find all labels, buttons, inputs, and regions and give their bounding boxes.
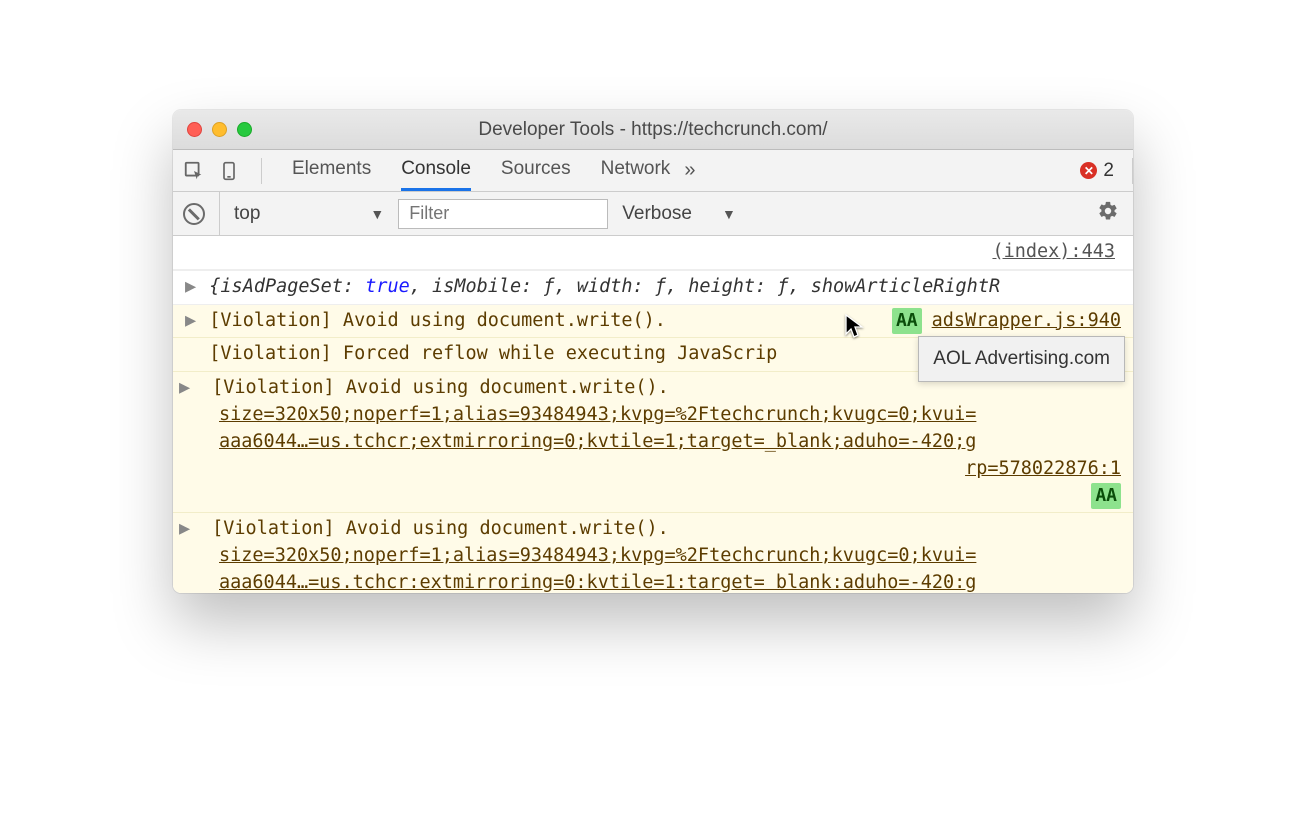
chevron-down-icon: ▼ <box>370 206 384 222</box>
titlebar: Developer Tools - https://techcrunch.com… <box>173 110 1133 150</box>
log-row-object: ▶ {isAdPageSet: true, isMobile: ƒ, width… <box>173 270 1133 305</box>
disclosure-triangle-icon[interactable]: ▶ <box>185 308 196 335</box>
error-counter[interactable]: ✕ 2 <box>1080 160 1124 182</box>
log-object[interactable]: {isAdPageSet: true, isMobile: ƒ, width: … <box>209 276 1000 297</box>
console-output: (index):443 ▶ {isAdPageSet: true, isMobi… <box>173 236 1133 593</box>
separator <box>1132 158 1133 184</box>
clear-console-icon[interactable] <box>183 203 205 225</box>
violation-message: [Violation] Forced reflow while executin… <box>209 343 777 364</box>
error-badge-icon: ✕ <box>1080 162 1097 179</box>
log-level-selector[interactable]: Verbose ▼ <box>622 203 736 225</box>
source-link[interactable]: (index):443 <box>185 239 1121 266</box>
tab-network[interactable]: Network <box>601 150 671 191</box>
violation-message: [Violation] Avoid using document.write()… <box>209 310 666 331</box>
inspect-element-icon[interactable] <box>183 160 205 182</box>
source-link-row: (index):443 <box>173 236 1133 270</box>
tab-elements[interactable]: Elements <box>292 150 371 191</box>
source-link[interactable]: adsWrapper.js:940 <box>932 308 1121 335</box>
violation-row: ▶ [Violation] Avoid using document.write… <box>173 372 1133 513</box>
violation-row: ▶ [Violation] Avoid using document.write… <box>173 513 1133 593</box>
tabs-overflow-button[interactable]: » <box>670 159 709 182</box>
error-count-value: 2 <box>1103 160 1114 182</box>
thirdparty-badge[interactable]: AA <box>892 308 922 334</box>
filter-input[interactable] <box>398 199 608 229</box>
console-filterbar: top ▼ Verbose ▼ <box>173 192 1133 236</box>
devtools-window: Developer Tools - https://techcrunch.com… <box>173 110 1133 593</box>
violation-message: [Violation] Avoid using document.write()… <box>212 377 669 398</box>
thirdparty-badge[interactable]: AA <box>1091 483 1121 509</box>
context-selector[interactable]: top ▼ <box>219 192 384 235</box>
window-title: Developer Tools - https://techcrunch.com… <box>173 119 1133 141</box>
request-url[interactable]: size=320x50;noperf=1;alias=93484943;kvpg… <box>185 402 1121 429</box>
chevron-down-icon: ▼ <box>722 206 736 222</box>
request-url-tail[interactable]: rp=578022876:1 <box>965 458 1121 479</box>
violation-message: [Violation] Avoid using document.write()… <box>212 518 669 539</box>
toggle-device-icon[interactable] <box>219 160 239 182</box>
log-level-label: Verbose <box>622 203 692 225</box>
violation-row: ▶ [Violation] Avoid using document.write… <box>173 305 1133 339</box>
main-tabbar: Elements Console Sources Network » ✕ 2 <box>173 150 1133 192</box>
badge-tooltip: AOL Advertising.com <box>918 336 1125 382</box>
disclosure-triangle-icon[interactable]: ▶ <box>185 274 196 301</box>
mouse-cursor-icon <box>845 314 865 349</box>
separator <box>261 158 262 184</box>
request-url[interactable]: aaa6044…=us.tchcr:extmirroring=0:kvtile=… <box>185 570 1121 593</box>
context-label: top <box>234 203 260 225</box>
request-url[interactable]: size=320x50;noperf=1;alias=93484943;kvpg… <box>185 543 1121 570</box>
settings-icon[interactable] <box>1097 200 1123 228</box>
request-url[interactable]: aaa6044…=us.tchcr;extmirroring=0;kvtile=… <box>185 429 1121 456</box>
tab-sources[interactable]: Sources <box>501 150 571 191</box>
tab-console[interactable]: Console <box>401 150 471 191</box>
